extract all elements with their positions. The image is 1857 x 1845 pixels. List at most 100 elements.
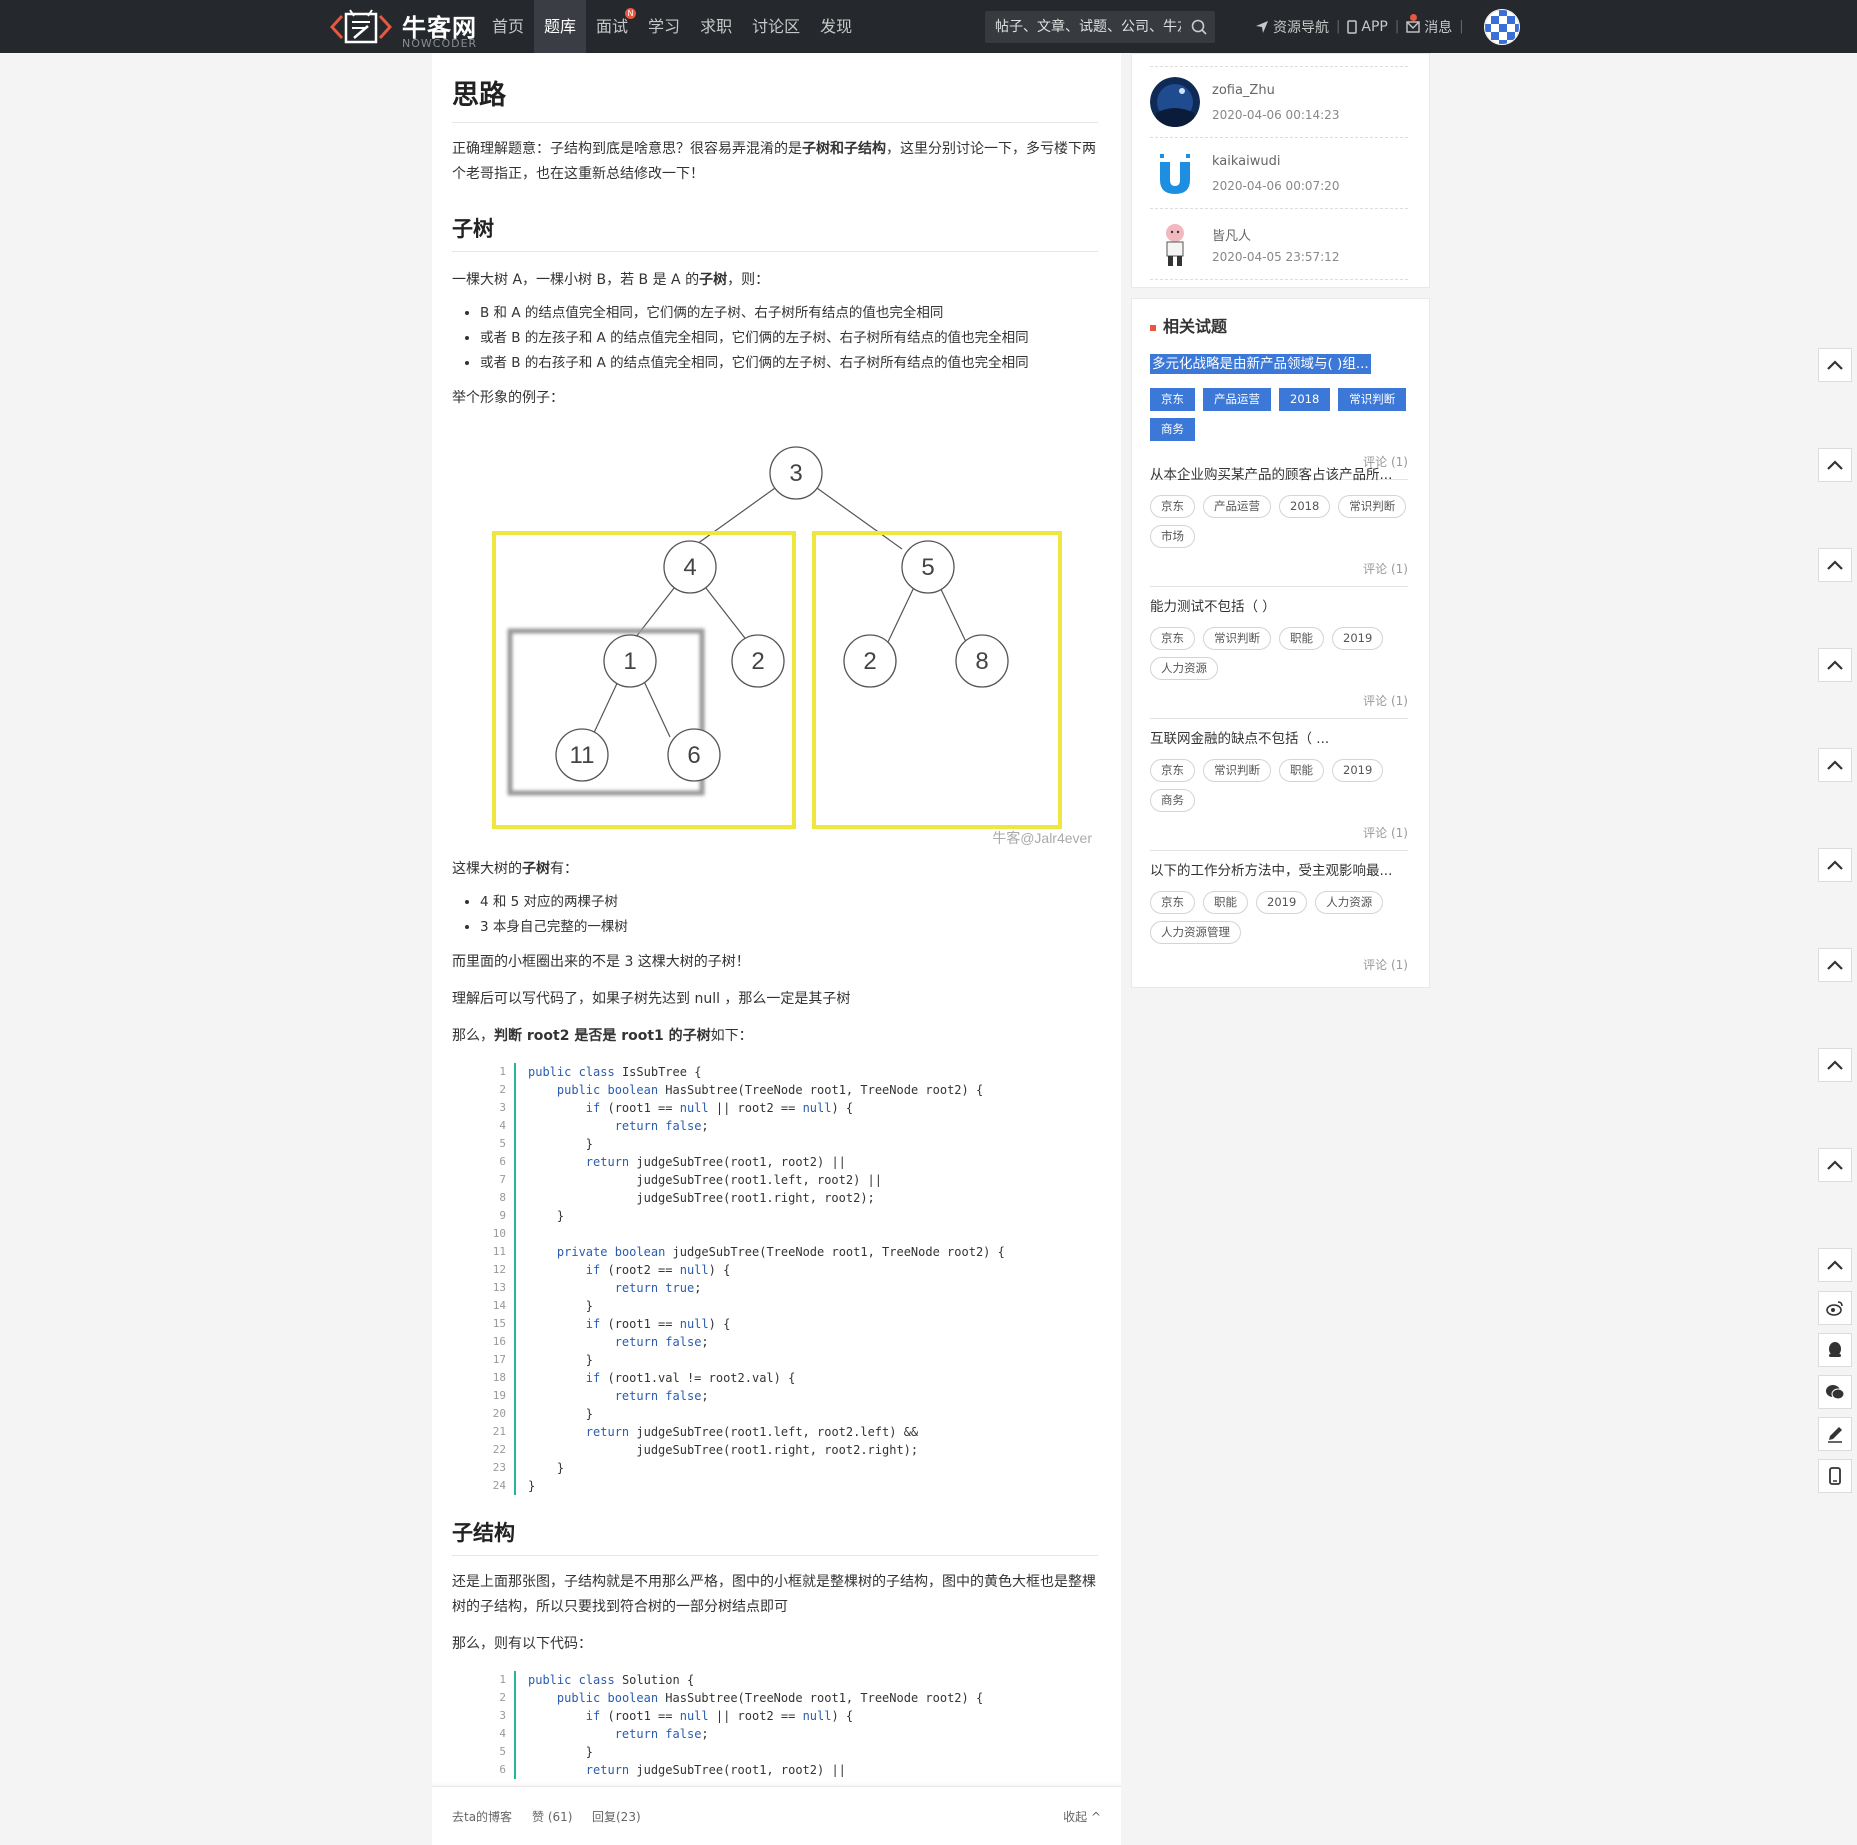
nav-question-bank[interactable]: 题库 [534,0,587,53]
avatar[interactable] [1150,148,1200,198]
wechat-button[interactable] [1818,1375,1852,1409]
tag[interactable]: 产品运营 [1203,495,1271,518]
line-number: 3 [482,1707,516,1725]
goto-blog-link[interactable]: 去ta的博客 [452,1808,512,1825]
tag[interactable]: 常识判断 [1203,627,1271,650]
app-link[interactable]: APP [1347,19,1388,35]
related-item[interactable]: 能力测试不包括（ ） 京东 常识判断 职能 2019 人力资源 评论 (1) [1150,597,1408,719]
substructure-paragraph: 还是上面那张图，子结构就是不用那么严格，图中的小框就是整棵树的子结构，图中的黄色… [452,1574,1096,1615]
nav-discover[interactable]: 发现 [810,0,862,53]
tag[interactable]: 2018 [1279,388,1331,411]
chevron-up-button[interactable] [1818,648,1852,682]
chevron-up-button[interactable] [1818,348,1852,382]
code-text: return judgeSubTree(root1.left, root2.le… [585,1425,919,1439]
tag-list: 京东 产品运营 2018 常识判断 市场 [1150,495,1408,548]
tag[interactable]: 商务 [1150,418,1195,441]
chevron-up-button[interactable] [1818,1048,1852,1082]
reply-button[interactable]: 回复(23) [592,1808,641,1825]
like-button[interactable]: 赞 (61) [532,1808,572,1825]
tag[interactable]: 人力资源 [1150,657,1218,680]
nowcoder-logo[interactable]: 牛客网 NOWCODER [330,6,480,50]
tag[interactable]: 京东 [1150,891,1195,914]
comment-count[interactable]: 评论 (1) [1150,692,1408,718]
resources-link[interactable]: 资源导航 [1255,17,1329,37]
tag[interactable]: 京东 [1150,759,1195,782]
weibo-button[interactable] [1818,1291,1852,1325]
nav-home[interactable]: 首页 [482,0,534,53]
new-badge: N [625,8,637,19]
tag[interactable]: 职能 [1279,627,1324,650]
tag[interactable]: 常识判断 [1203,759,1271,782]
tag[interactable]: 人力资源管理 [1150,921,1241,944]
reply-item[interactable]: zofia_Zhu 2020-04-06 00:14:23 [1150,67,1408,138]
chevron-up-button[interactable] [1818,548,1852,582]
avatar[interactable] [1150,77,1200,127]
line-number: 23 [482,1459,516,1477]
avatar[interactable] [1150,219,1200,269]
nav-learning[interactable]: 学习 [638,0,690,53]
mobile-button[interactable] [1818,1459,1852,1493]
messages-link[interactable]: 消息 [1406,13,1452,37]
tag[interactable]: 市场 [1150,525,1195,548]
tag[interactable]: 京东 [1150,388,1195,411]
article-content: 思路 正确理解题意：子结构到底是啥意思？很容易弄混淆的是子树和子结构，这里分别讨… [452,53,1098,1779]
nav-discussion[interactable]: 讨论区 [742,0,810,53]
heading-subtree: 子树 [452,213,1098,252]
related-item[interactable]: 以下的工作分析方法中，受主观影响最... 京东 职能 2019 人力资源 人力资… [1150,861,1408,982]
tag[interactable]: 常识判断 [1338,495,1407,518]
line-number: 4 [482,1117,516,1135]
tag[interactable]: 商务 [1150,789,1195,812]
chevron-up-button[interactable] [1818,748,1852,782]
edit-button[interactable] [1818,1417,1852,1451]
tag[interactable]: 2019 [1332,627,1384,650]
tag[interactable]: 京东 [1150,495,1195,518]
related-question[interactable]: 以下的工作分析方法中，受主观影响最... [1150,861,1408,881]
code-line: 12 if (root2 == null) { [482,1261,1098,1279]
tag[interactable]: 人力资源 [1315,891,1384,914]
qq-button[interactable] [1818,1333,1852,1367]
tree-node-label: 8 [975,648,988,675]
nav-interview[interactable]: 面试 N [586,0,638,53]
code-block-solution[interactable]: 1 public class Solution {2 public boolean… [482,1671,1098,1779]
chevron-up-button[interactable] [1818,848,1852,882]
reply-username[interactable]: 皆凡人 [1212,225,1251,244]
search-input[interactable] [985,11,1181,43]
related-item[interactable]: 从本企业购买某产品的顾客占该产品所... 京东 产品运营 2018 常识判断 市… [1150,465,1408,587]
code-block-issubtree[interactable]: 1 public class IsSubTree {2 public boolea… [482,1063,1098,1495]
collapse-button[interactable]: 收起 ^ [1063,1808,1101,1825]
chevron-up-button[interactable] [1818,948,1852,982]
tree-node-label: 11 [570,742,595,769]
user-avatar[interactable] [1484,9,1520,45]
related-item[interactable]: 互联网金融的缺点不包括（ ... 京东 常识判断 职能 2019 商务 评论 (… [1150,729,1408,851]
related-question[interactable]: 互联网金融的缺点不包括（ ... [1150,729,1408,749]
tag[interactable]: 职能 [1279,759,1324,782]
chevron-up-button[interactable] [1818,1148,1852,1182]
tag[interactable]: 常识判断 [1338,388,1407,411]
related-question[interactable]: 能力测试不包括（ ） [1150,597,1408,617]
tag[interactable]: 2018 [1279,495,1331,518]
nav-jobs[interactable]: 求职 [690,0,742,53]
def-text-a: 一棵大树 A，一棵小树 B，若 B 是 A 的 [452,272,700,288]
tag[interactable]: 职能 [1203,891,1248,914]
pig-character-avatar-icon [1150,219,1200,269]
reply-username[interactable]: zofia_Zhu [1212,83,1275,98]
comment-count[interactable]: 评论 (1) [1150,560,1408,586]
mail-icon [1406,20,1420,33]
comment-count[interactable]: 评论 (1) [1150,956,1408,982]
related-item[interactable]: 多元化战略是由新产品领域与( )组... 京东 产品运营 2018 常识判断 商… [1150,354,1408,480]
reply-item[interactable]: kaikaiwudi 2020-04-06 00:07:20 [1150,138,1408,209]
tag[interactable]: 京东 [1150,627,1195,650]
chevron-up-button[interactable] [1818,448,1852,482]
tag[interactable]: 产品运营 [1203,388,1271,411]
comment-count[interactable]: 评论 (1) [1150,824,1408,850]
related-question[interactable]: 多元化战略是由新产品领域与( )组... [1150,354,1371,374]
reply-item[interactable]: 皆凡人 2020-04-05 23:57:12 [1150,209,1408,280]
related-question[interactable]: 从本企业购买某产品的顾客占该产品所... [1150,465,1408,485]
reply-username[interactable]: kaikaiwudi [1212,154,1281,169]
code-text: } [528,1479,536,1493]
tag[interactable]: 2019 [1332,759,1384,782]
search-icon[interactable] [1191,19,1207,35]
chevron-up-button[interactable] [1818,1248,1852,1282]
code-line: 24} [482,1477,1098,1495]
tag[interactable]: 2019 [1256,891,1308,914]
